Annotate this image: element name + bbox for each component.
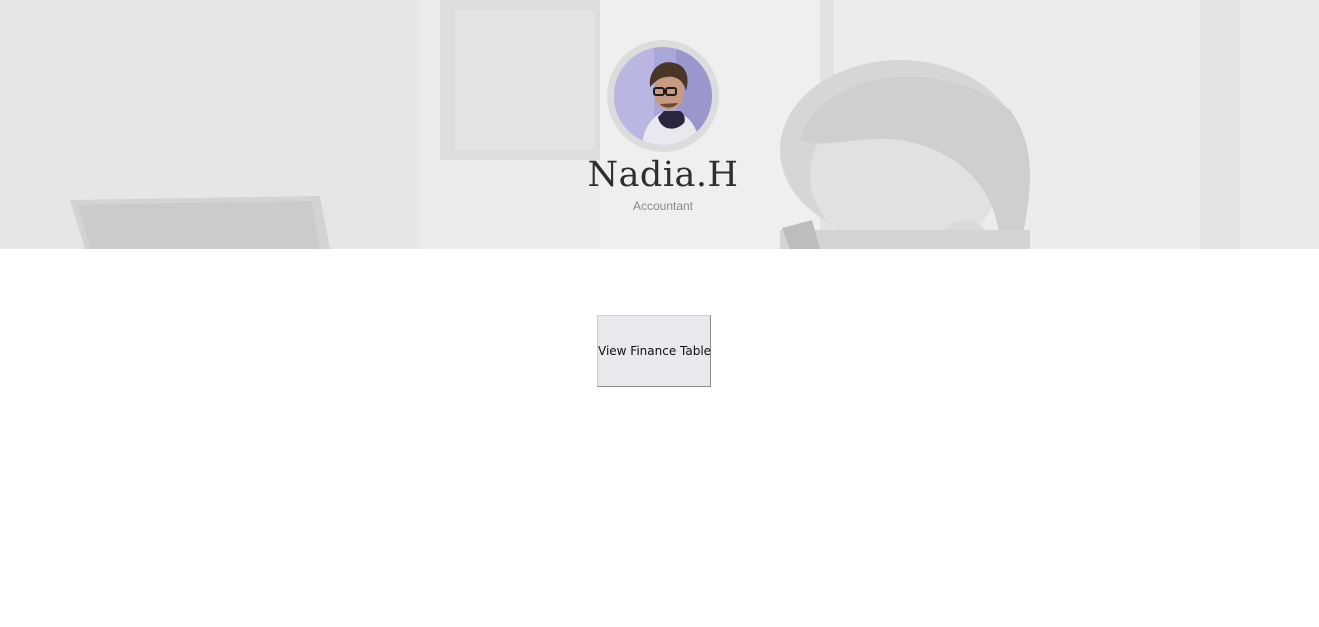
profile-role: Accountant [632,199,694,213]
avatar-photo [614,47,712,145]
profile-header: Nadia.H Accountant [0,0,1319,249]
profile-name: Nadia.H [587,155,739,195]
avatar [614,47,712,145]
profile-card: Nadia.H Accountant [0,0,1319,249]
view-finance-table-button[interactable]: View Finance Table [597,315,711,387]
